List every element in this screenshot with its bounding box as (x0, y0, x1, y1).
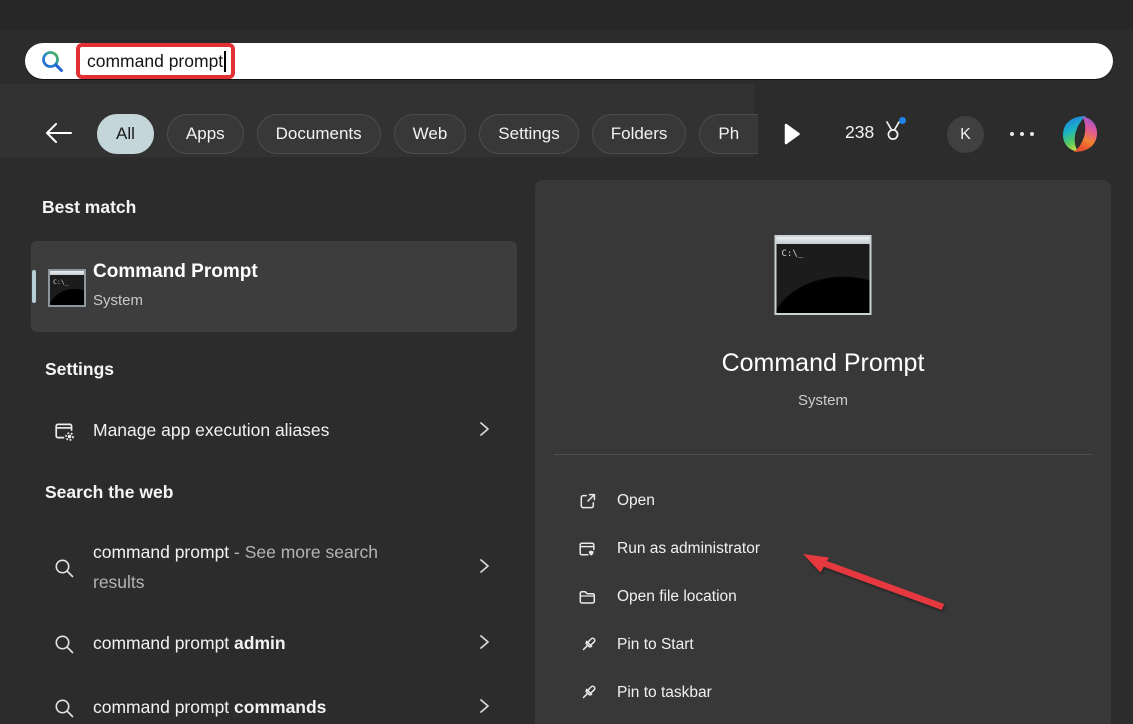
tab-folders[interactable]: Folders (592, 114, 687, 154)
avatar-initial: K (960, 126, 971, 144)
window-controls (851, 239, 867, 242)
play-icon (783, 122, 801, 146)
suggestion-text: command prompt - See more search results (93, 538, 429, 598)
tab-all[interactable]: All (97, 114, 154, 154)
web-suggestion-commands[interactable]: command prompt commands (31, 682, 517, 724)
top-strip (0, 0, 1133, 30)
copilot-icon[interactable] (1059, 113, 1101, 155)
preview-title: Command Prompt (535, 349, 1111, 378)
selection-indicator (32, 270, 36, 303)
search-filter-tabs: All Apps Documents Web Settings Folders … (97, 114, 758, 154)
annotation-arrow (793, 546, 953, 616)
back-button[interactable] (44, 121, 74, 147)
tab-photos-truncated[interactable]: Ph (699, 114, 758, 154)
back-arrow-icon (44, 121, 74, 145)
search-suggestion-icon (53, 557, 76, 580)
best-match-item[interactable]: C:\_ Command Prompt System (31, 241, 517, 332)
pin-icon (577, 683, 598, 704)
search-icon (40, 49, 65, 74)
chevron-right-icon (477, 558, 491, 574)
chevron-right-icon (477, 421, 491, 437)
user-avatar[interactable]: K (947, 116, 984, 153)
play-button[interactable] (783, 122, 801, 149)
best-match-heading: Best match (42, 197, 136, 218)
search-web-heading: Search the web (45, 482, 173, 503)
search-bar[interactable]: command prompt (25, 43, 1113, 79)
search-suggestion-icon (53, 633, 76, 656)
settings-result-label: Manage app execution aliases (93, 416, 329, 446)
rewards-badge[interactable]: 238 (845, 118, 905, 146)
chevron-right-icon (477, 698, 491, 714)
text-caret (224, 51, 226, 72)
tab-settings[interactable]: Settings (479, 114, 578, 154)
action-pin-to-start[interactable]: Pin to Start (535, 621, 1111, 669)
web-suggestion-admin[interactable]: command prompt admin (31, 618, 517, 670)
search-input-text[interactable]: command prompt (87, 51, 223, 72)
suggestion-text: command prompt admin (93, 629, 286, 659)
search-suggestion-icon (53, 697, 76, 720)
search-query-highlight-box: command prompt (76, 43, 235, 79)
preview-subtitle: System (535, 392, 1111, 409)
chevron-right-icon (477, 634, 491, 650)
settings-result-manage-aliases[interactable]: Manage app execution aliases (31, 405, 517, 457)
windows-search-flyout: command prompt All Apps Documents Web Se… (0, 0, 1133, 724)
best-match-title: Command Prompt (93, 261, 258, 284)
web-suggestion-see-more[interactable]: command prompt - See more search results (31, 532, 517, 604)
action-open[interactable]: Open (535, 477, 1111, 525)
command-prompt-icon: C:\_ (48, 269, 86, 307)
tab-web[interactable]: Web (394, 114, 467, 154)
rewards-count: 238 (845, 122, 874, 143)
more-options-button[interactable] (1004, 120, 1040, 148)
suggestion-text: command prompt commands (93, 693, 326, 723)
run-as-admin-icon (577, 539, 598, 560)
folder-icon (577, 587, 598, 608)
command-prompt-icon-large: C:\_ (775, 235, 872, 315)
tab-documents[interactable]: Documents (257, 114, 381, 154)
action-pin-to-taskbar[interactable]: Pin to taskbar (535, 669, 1111, 717)
app-execution-alias-icon (52, 419, 76, 443)
tab-apps[interactable]: Apps (167, 114, 244, 154)
open-icon (577, 491, 598, 512)
pin-icon (577, 635, 598, 656)
preview-panel: C:\_ Command Prompt System Open (535, 180, 1111, 724)
divider (554, 454, 1092, 455)
tab-photos-truncated-clip: Ph (699, 114, 758, 154)
ellipsis-icon (1004, 120, 1040, 148)
settings-section-heading: Settings (45, 359, 114, 380)
best-match-subtitle: System (93, 292, 258, 309)
